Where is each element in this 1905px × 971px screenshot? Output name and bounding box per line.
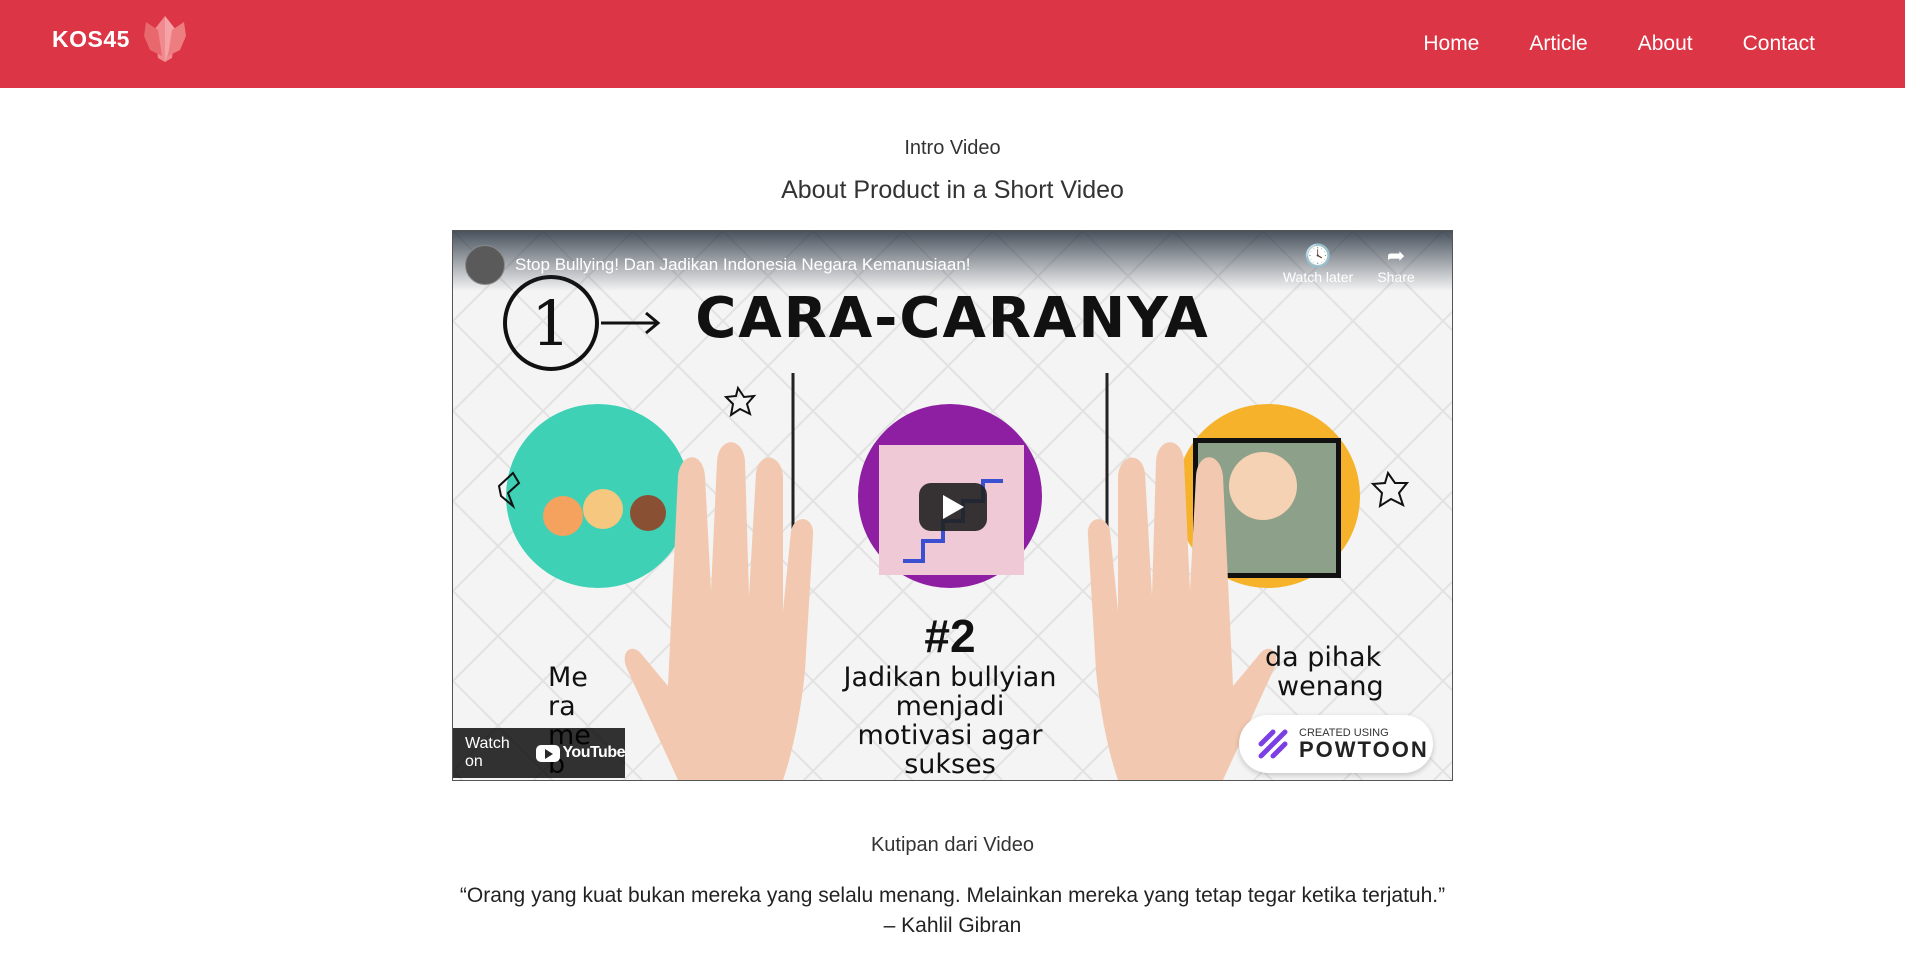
quote-subtitle: Kutipan dari Video: [870, 834, 1035, 856]
video-embed[interactable]: CARA-CARANYA 1 #2 Jadikan bullyian menja…: [452, 230, 1453, 781]
nav-about[interactable]: About: [1638, 32, 1693, 56]
watch-later-button[interactable]: 🕓 Watch later: [1278, 243, 1358, 285]
clock-icon: 🕓: [1304, 243, 1332, 268]
scene-heading: CARA-CARANYA: [695, 286, 1210, 351]
share-icon: ➦: [1386, 243, 1406, 268]
nav-article[interactable]: Article: [1529, 32, 1587, 56]
scene-right-caption: da pihak wenang: [1265, 642, 1384, 702]
share-button[interactable]: ➦ Share: [1356, 243, 1436, 285]
play-button[interactable]: [919, 483, 987, 531]
powtoon-badge: CREATED USING POWTOON: [1239, 715, 1433, 773]
intro-title: About Product in a Short Video: [781, 176, 1124, 204]
nav-links: Home Article About Contact: [1373, 0, 1815, 88]
watch-later-label: Watch later: [1282, 269, 1354, 285]
share-label: Share: [1377, 269, 1415, 285]
quote-author: – Kahlil Gibran: [883, 914, 1022, 937]
channel-avatar[interactable]: [465, 245, 505, 285]
powtoon-logo-icon: [1258, 729, 1288, 759]
scene-number: 1: [531, 287, 571, 360]
play-icon: [943, 495, 964, 519]
brand[interactable]: KOS45: [52, 10, 194, 68]
youtube-logo-icon: YouTube: [536, 744, 625, 762]
brand-name[interactable]: KOS45: [52, 26, 130, 53]
video-title[interactable]: Stop Bullying! Dan Jadikan Indonesia Neg…: [515, 255, 971, 275]
intro-subtitle: Intro Video: [904, 137, 1001, 159]
nav-home[interactable]: Home: [1423, 32, 1479, 56]
watch-on-youtube-button[interactable]: Watch on YouTube: [453, 728, 625, 778]
lotus-logo-icon: [143, 16, 186, 62]
navbar: KOS45 Home Article About Contact: [0, 0, 1905, 88]
watch-on-label: Watch on: [465, 735, 510, 770]
nav-contact[interactable]: Contact: [1743, 32, 1815, 56]
powtoon-big-text: POWTOON: [1299, 737, 1429, 762]
scene-center-caption: Jadikan bullyian menjadi motivasi agar s…: [843, 662, 1057, 780]
scene-center-number: #2: [924, 610, 976, 662]
quote-text: “Orang yang kuat bukan mereka yang selal…: [459, 884, 1446, 907]
